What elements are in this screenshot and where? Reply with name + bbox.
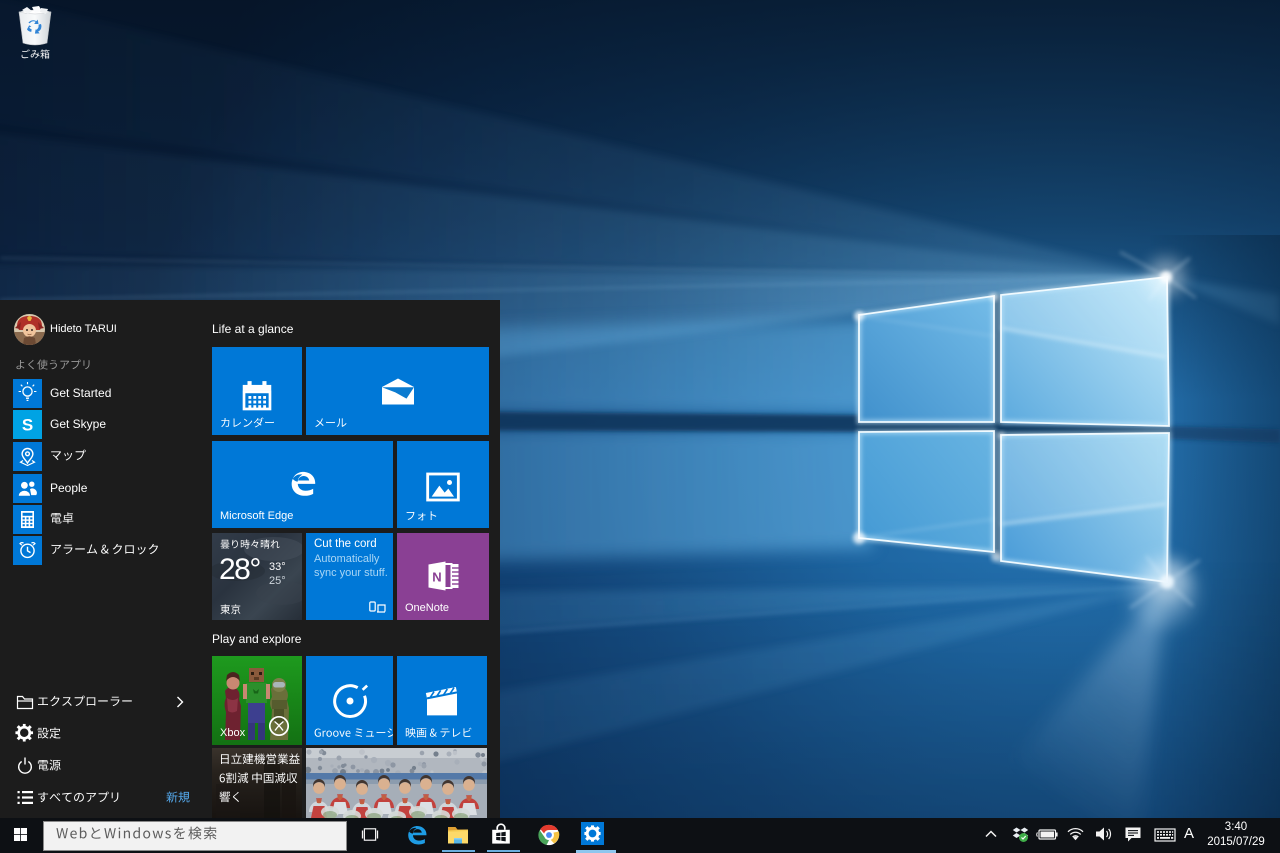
svg-text:S: S [22,416,33,435]
svg-text:N: N [432,570,441,585]
